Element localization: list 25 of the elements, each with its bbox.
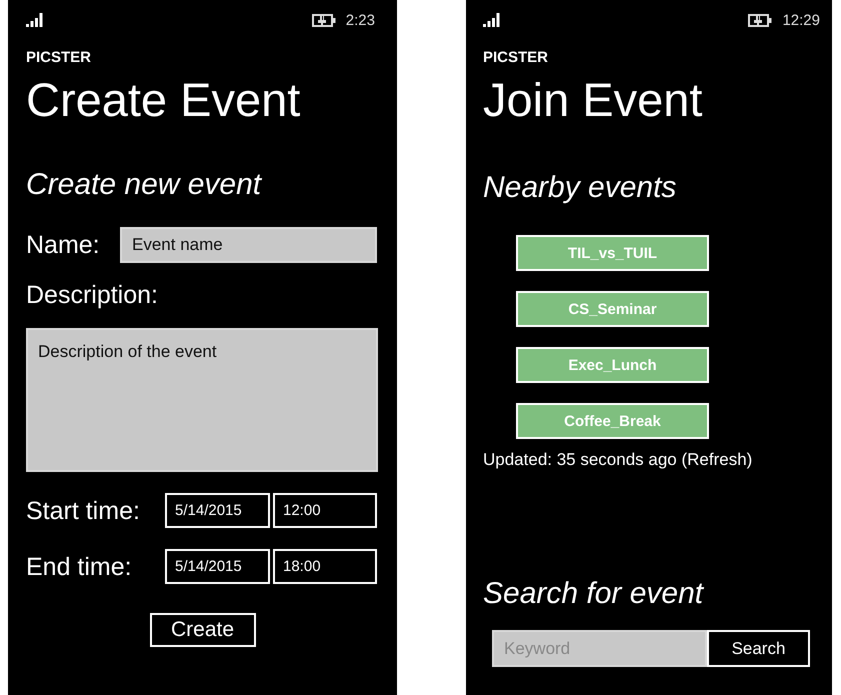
clock-time: 2:23	[346, 12, 375, 28]
time-field[interactable]: 18:00	[273, 549, 377, 584]
time-label: End time:	[26, 552, 133, 582]
battery-charging-icon	[748, 14, 772, 26]
section-heading: Create new event	[26, 167, 262, 203]
update-status: Updated: 35 seconds ago (Refresh)	[483, 449, 752, 471]
section-heading: Nearby events	[483, 170, 676, 206]
description-label: Description:	[26, 280, 158, 311]
search-button[interactable]: Search	[707, 630, 810, 667]
clock-time: 12:29	[782, 12, 820, 28]
time-label: Start time:	[26, 496, 141, 526]
time-field[interactable]: 12:00	[273, 493, 377, 528]
search-heading: Search for event	[483, 576, 704, 612]
description-field[interactable]: Description of the event	[26, 328, 378, 472]
app-name: PICSTER	[483, 48, 548, 68]
name-label: Name:	[26, 230, 101, 261]
battery-charging-icon	[312, 14, 336, 26]
page-title: Create Event	[26, 72, 300, 128]
page-title: Join Event	[483, 72, 702, 128]
app-name: PICSTER	[26, 48, 92, 68]
date-field[interactable]: 5/14/2015	[165, 493, 270, 528]
date-field[interactable]: 5/14/2015	[165, 549, 270, 584]
search-field[interactable]: Keyword	[492, 630, 707, 667]
create-button[interactable]: Create	[150, 613, 256, 647]
name-field[interactable]: Event name	[120, 227, 377, 263]
